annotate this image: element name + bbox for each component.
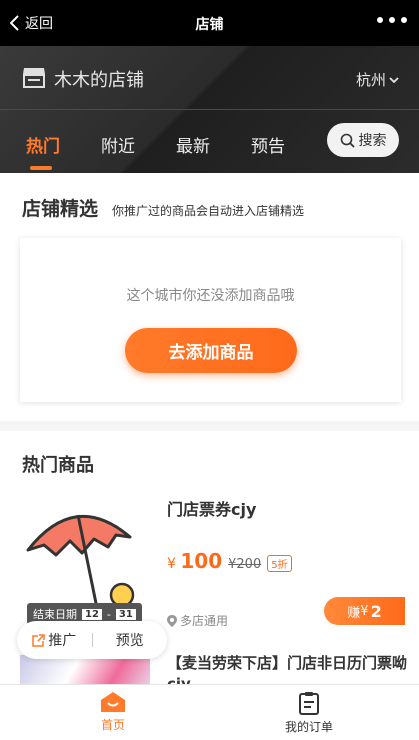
- dot-icon: [377, 17, 383, 23]
- end-date-label: 结束日期: [33, 608, 77, 621]
- earn-label: 赚: [347, 605, 361, 621]
- add-product-button[interactable]: 去添加商品: [125, 328, 297, 373]
- empty-state-text: 这个城市你还没添加商品哦: [126, 288, 295, 304]
- end-date-day: 31: [115, 608, 136, 620]
- tabbar-home[interactable]: 首页: [63, 691, 163, 733]
- featured-title: 店铺精选: [22, 198, 99, 220]
- share-button[interactable]: 推广: [17, 630, 92, 650]
- search-button[interactable]: 搜索: [327, 123, 399, 157]
- page-title: 店铺: [195, 17, 224, 33]
- price-row: ¥ 100 ¥200 5折: [167, 549, 292, 573]
- tab-preview[interactable]: 预告: [251, 132, 285, 157]
- search-label: 搜索: [358, 133, 387, 149]
- earn-currency: ¥: [360, 603, 369, 619]
- city-selector[interactable]: 杭州: [356, 69, 399, 90]
- share-icon: [32, 633, 45, 647]
- end-date-separator: -: [106, 607, 111, 621]
- tab-newest[interactable]: 最新: [176, 132, 210, 157]
- end-date-month: 12: [82, 608, 102, 620]
- store-name: 木木的店铺: [54, 70, 144, 91]
- featured-header: 店铺精选 你推广过的商品会自动进入店铺精选: [22, 194, 304, 221]
- current-price: ¥ 100: [167, 549, 222, 573]
- original-price: ¥200: [228, 557, 262, 572]
- tabbar-orders[interactable]: 我的订单: [259, 691, 359, 735]
- tabbar-home-label: 首页: [100, 718, 125, 732]
- tab-active-indicator: [30, 166, 52, 170]
- earn-button[interactable]: 赚 ¥ 2: [324, 597, 405, 625]
- featured-subtitle: 你推广过的商品会自动进入店铺精选: [112, 204, 305, 218]
- hot-products-title: 热门商品: [22, 455, 94, 476]
- product-card[interactable]: 结束日期 12 - 31 门店票券cjy ¥ 100 ¥200 5折 多店通用 …: [0, 485, 419, 635]
- store-icon: [23, 68, 45, 88]
- product-image: [20, 655, 150, 684]
- share-label: 推广: [48, 633, 77, 649]
- featured-section: 店铺精选 你推广过的商品会自动进入店铺精选 这个城市你还没添加商品哦 去添加商品: [0, 173, 419, 421]
- empty-state-card: 这个城市你还没添加商品哦 去添加商品: [20, 238, 401, 402]
- dot-icon: [389, 17, 395, 23]
- discount-badge: 5折: [267, 555, 292, 572]
- more-menu-button[interactable]: [377, 17, 407, 23]
- bottom-tab-bar: 首页 我的订单: [0, 684, 419, 740]
- earn-value: 2: [370, 601, 382, 621]
- tab-nearby[interactable]: 附近: [101, 132, 135, 157]
- store-header: 木木的店铺 杭州 热门 附近 最新 预告 搜索: [0, 46, 419, 173]
- hot-products-section: 热门商品 结束日期 12 - 31 门店票券cjy ¥ 100 ¥200 5折 …: [0, 431, 419, 684]
- location-info: 多店通用: [167, 612, 228, 629]
- top-nav-bar: 返回 店铺: [0, 0, 419, 46]
- dot-icon: [401, 17, 407, 23]
- preview-button[interactable]: 预览: [93, 630, 168, 650]
- product-name: 门店票券cjy: [167, 500, 257, 519]
- share-popover: 推广 预览: [17, 621, 167, 659]
- location-pin-icon: [167, 614, 177, 627]
- clipboard-icon: [299, 692, 319, 715]
- search-icon: [340, 133, 355, 148]
- chevron-down-icon: [389, 76, 399, 83]
- home-icon: [101, 692, 125, 712]
- tabbar-orders-label: 我的订单: [284, 720, 333, 734]
- city-label: 杭州: [355, 71, 386, 89]
- location-text: 多店通用: [180, 614, 229, 628]
- price-currency: ¥: [167, 556, 176, 572]
- price-value: 100: [180, 549, 223, 573]
- store-info-row: 木木的店铺 杭州: [0, 46, 419, 110]
- category-tabs: 热门 附近 最新 预告 搜索: [0, 110, 419, 173]
- tab-hot[interactable]: 热门: [26, 132, 60, 157]
- product-name[interactable]: 【麦当劳荣下店】门店非日历门票呦cjy: [167, 653, 407, 684]
